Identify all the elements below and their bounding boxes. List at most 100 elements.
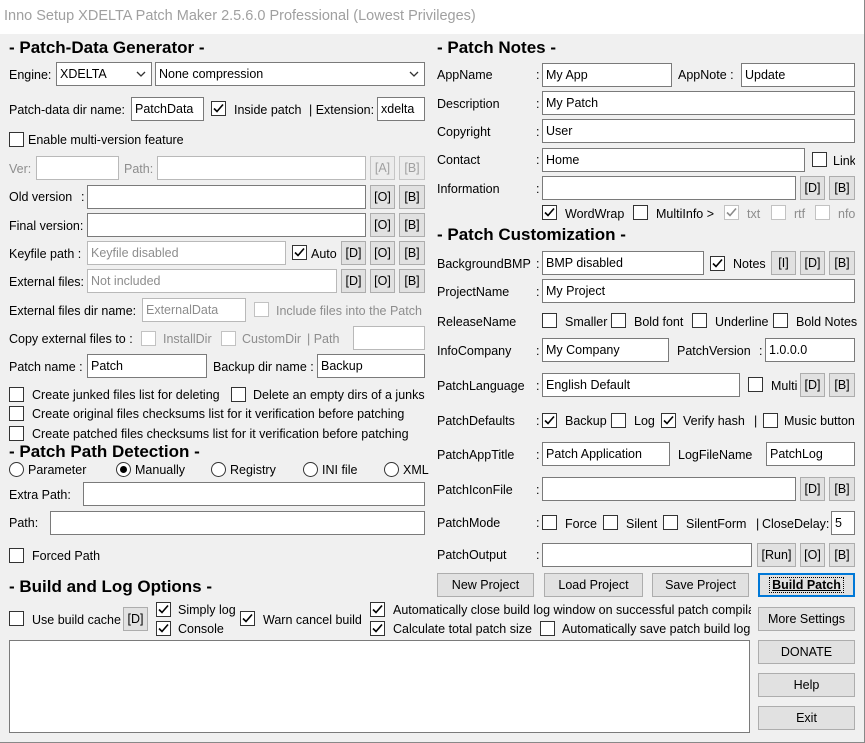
auto-close-checkbox[interactable] bbox=[370, 602, 385, 617]
original-checksum-checkbox[interactable] bbox=[9, 406, 24, 421]
external-dir-input[interactable]: ExternalData bbox=[142, 298, 246, 322]
console-checkbox[interactable] bbox=[156, 621, 171, 636]
bgbmp-input[interactable]: BMP disabled bbox=[542, 251, 704, 275]
silentform-checkbox[interactable] bbox=[663, 515, 678, 530]
language-input[interactable]: English Default bbox=[542, 373, 740, 397]
more-settings-button[interactable]: More Settings bbox=[758, 607, 855, 631]
build-cache-d-button[interactable]: [D] bbox=[123, 607, 148, 631]
information-d-button[interactable]: [D] bbox=[800, 176, 825, 200]
warn-cancel-checkbox[interactable] bbox=[240, 611, 255, 626]
language-b-button[interactable]: [B] bbox=[829, 373, 855, 397]
external-files-b-button[interactable]: [B] bbox=[399, 269, 425, 293]
inside-patch-checkbox[interactable] bbox=[211, 101, 226, 116]
donate-button[interactable]: DONATE bbox=[758, 640, 855, 664]
ver-b-button[interactable]: [B] bbox=[399, 156, 425, 180]
ver-path-input[interactable] bbox=[157, 156, 366, 180]
keyfile-o-button[interactable]: [O] bbox=[370, 241, 395, 265]
music-button-checkbox[interactable] bbox=[763, 413, 778, 428]
log-checkbox[interactable] bbox=[611, 413, 626, 428]
ver-input[interactable] bbox=[36, 156, 119, 180]
build-log-memo[interactable] bbox=[9, 640, 750, 733]
output-input[interactable] bbox=[542, 543, 752, 567]
extension-input[interactable]: xdelta bbox=[377, 97, 425, 121]
multi-language-checkbox[interactable] bbox=[748, 377, 763, 392]
txt-checkbox[interactable] bbox=[724, 205, 739, 220]
bold-notes-checkbox[interactable] bbox=[773, 313, 788, 328]
customdir-checkbox[interactable] bbox=[221, 331, 236, 346]
engine-select[interactable]: XDELTA bbox=[56, 62, 152, 86]
radio-registry[interactable] bbox=[211, 462, 226, 477]
save-project-button[interactable]: Save Project bbox=[652, 573, 749, 597]
radio-parameter[interactable] bbox=[9, 462, 24, 477]
bold-font-checkbox[interactable] bbox=[611, 313, 626, 328]
radio-ini-file[interactable] bbox=[303, 462, 318, 477]
old-version-o-button[interactable]: [O] bbox=[370, 185, 395, 209]
custom-path-input[interactable] bbox=[353, 326, 425, 350]
iconfile-input[interactable] bbox=[542, 477, 796, 501]
external-files-d-button[interactable]: [D] bbox=[341, 269, 366, 293]
load-project-button[interactable]: Load Project bbox=[544, 573, 643, 597]
bgbmp-b-button[interactable]: [B] bbox=[829, 251, 855, 275]
logfilename-input[interactable]: PatchLog bbox=[766, 442, 855, 466]
help-button[interactable]: Help bbox=[758, 673, 855, 697]
radio-xml[interactable] bbox=[384, 462, 399, 477]
calc-size-checkbox[interactable] bbox=[370, 621, 385, 636]
installdir-checkbox[interactable] bbox=[141, 331, 156, 346]
rtf-checkbox[interactable] bbox=[771, 205, 786, 220]
silent-checkbox[interactable] bbox=[603, 515, 618, 530]
output-b-button[interactable]: [B] bbox=[829, 543, 855, 567]
final-version-input[interactable] bbox=[87, 213, 366, 237]
ver-a-button[interactable]: [A] bbox=[370, 156, 395, 180]
smaller-checkbox[interactable] bbox=[542, 313, 557, 328]
bgbmp-d-button[interactable]: [D] bbox=[800, 251, 825, 275]
iconfile-b-button[interactable]: [B] bbox=[829, 477, 855, 501]
notes-checkbox[interactable] bbox=[710, 256, 725, 271]
copyright-input[interactable]: User bbox=[542, 119, 855, 143]
iconfile-d-button[interactable]: [D] bbox=[800, 477, 825, 501]
forced-path-checkbox[interactable] bbox=[9, 548, 24, 563]
external-files-input[interactable]: Not included bbox=[87, 269, 337, 293]
underline-checkbox[interactable] bbox=[692, 313, 707, 328]
information-input[interactable] bbox=[542, 176, 796, 200]
simply-log-checkbox[interactable] bbox=[156, 602, 171, 617]
backup-checkbox[interactable] bbox=[542, 413, 557, 428]
backup-dir-input[interactable]: Backup bbox=[317, 354, 425, 378]
old-version-input[interactable] bbox=[87, 185, 366, 209]
detection-path-input[interactable] bbox=[50, 511, 425, 535]
patch-dir-input[interactable]: PatchData bbox=[131, 97, 204, 121]
final-version-o-button[interactable]: [O] bbox=[370, 213, 395, 237]
closedelay-input[interactable]: 5 bbox=[831, 511, 855, 535]
patch-name-input[interactable]: Patch bbox=[87, 354, 207, 378]
multiinfo-checkbox[interactable] bbox=[633, 205, 648, 220]
output-o-button[interactable]: [O] bbox=[800, 543, 825, 567]
description-input[interactable]: My Patch bbox=[542, 91, 855, 115]
external-files-o-button[interactable]: [O] bbox=[370, 269, 395, 293]
bgbmp-i-button[interactable]: [I] bbox=[771, 251, 796, 275]
compression-select[interactable]: None compression bbox=[155, 62, 425, 86]
infocompany-input[interactable]: My Company bbox=[542, 338, 669, 362]
nfo-checkbox[interactable] bbox=[815, 205, 830, 220]
wordwrap-checkbox[interactable] bbox=[542, 205, 557, 220]
apptitle-input[interactable]: Patch Application bbox=[542, 442, 670, 466]
keyfile-b-button[interactable]: [B] bbox=[399, 241, 425, 265]
patched-checksum-checkbox[interactable] bbox=[9, 426, 24, 441]
exit-button[interactable]: Exit bbox=[758, 706, 855, 730]
include-files-checkbox[interactable] bbox=[254, 302, 269, 317]
language-d-button[interactable]: [D] bbox=[800, 373, 825, 397]
radio-manually[interactable] bbox=[116, 462, 131, 477]
junked-list-checkbox[interactable] bbox=[9, 387, 24, 402]
appnote-input[interactable]: Update bbox=[741, 63, 855, 87]
keyfile-d-button[interactable]: [D] bbox=[341, 241, 366, 265]
patchversion-input[interactable]: 1.0.0.0 bbox=[765, 338, 855, 362]
projectname-input[interactable]: My Project bbox=[542, 279, 855, 303]
multiversion-checkbox[interactable] bbox=[9, 132, 24, 147]
new-project-button[interactable]: New Project bbox=[437, 573, 534, 597]
keyfile-input[interactable]: Keyfile disabled bbox=[87, 241, 286, 265]
link-checkbox[interactable] bbox=[812, 152, 827, 167]
appname-input[interactable]: My App bbox=[542, 63, 672, 87]
build-cache-checkbox[interactable] bbox=[9, 611, 24, 626]
delete-dirs-checkbox[interactable] bbox=[231, 387, 246, 402]
information-b-button[interactable]: [B] bbox=[829, 176, 855, 200]
output-run-button[interactable]: [Run] bbox=[757, 543, 796, 567]
force-checkbox[interactable] bbox=[542, 515, 557, 530]
